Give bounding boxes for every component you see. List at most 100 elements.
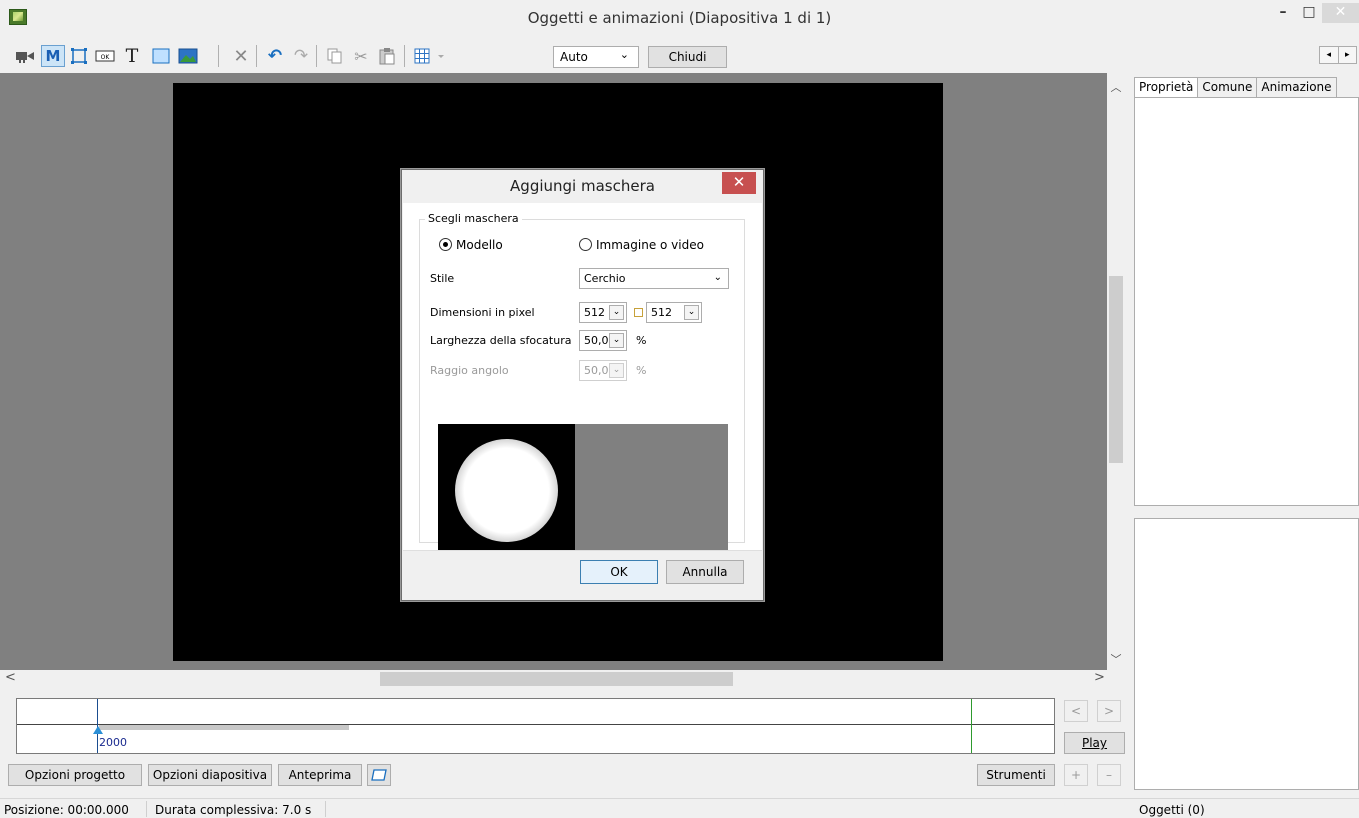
toolbar-separator: [404, 45, 405, 67]
scroll-left-icon[interactable]: ◂: [1320, 47, 1338, 63]
mask-preview-image: [438, 424, 575, 561]
play-button[interactable]: Play: [1064, 732, 1125, 754]
height-select[interactable]: 512 ⌄: [646, 302, 702, 323]
prev-button[interactable]: <: [1064, 700, 1088, 722]
close-button[interactable]: Chiudi: [648, 46, 727, 68]
properties-panel: [1134, 97, 1359, 506]
dialog-footer: OK Annulla: [403, 550, 762, 600]
tab-properties[interactable]: Proprietà: [1134, 77, 1199, 98]
timeline-end-marker[interactable]: [971, 699, 972, 753]
redo-icon[interactable]: ↷: [290, 45, 312, 67]
timeline-object-bar[interactable]: [99, 725, 349, 730]
toolbar: M OK T ✕ ↶ ↷ ✂ Auto ⌄ Chiudi ◂ ▸: [0, 36, 1359, 74]
maximize-button[interactable]: □: [1296, 3, 1322, 23]
rectangle-icon[interactable]: [150, 45, 172, 67]
tab-animation[interactable]: Animazione: [1256, 77, 1337, 98]
title-bar: Oggetti e animazioni (Diapositiva 1 di 1…: [0, 0, 1359, 36]
toolbar-separator: [256, 45, 257, 67]
preview-button[interactable]: Anteprima: [278, 764, 362, 786]
scroll-right-icon[interactable]: >: [1094, 670, 1105, 685]
toolbar-separator: [316, 45, 317, 67]
fullscreen-button[interactable]: [367, 764, 391, 786]
radius-select[interactable]: 50,00 ⌄: [579, 360, 627, 381]
chevron-down-icon: ⌄: [713, 272, 722, 283]
model-radio[interactable]: [439, 238, 452, 251]
chevron-down-icon[interactable]: ⌄: [609, 363, 624, 378]
text-icon[interactable]: T: [121, 45, 143, 67]
horizontal-scroll-thumb[interactable]: [380, 672, 733, 686]
link-checkbox[interactable]: [634, 308, 643, 317]
scroll-right-icon[interactable]: ▸: [1337, 47, 1357, 63]
copy-icon[interactable]: [324, 45, 346, 67]
width-select[interactable]: 512 ⌄: [579, 302, 627, 323]
status-separator: [325, 801, 326, 817]
svg-text:OK: OK: [101, 54, 111, 61]
mask-group-label: Scegli maschera: [425, 212, 522, 225]
frame-icon[interactable]: [68, 45, 90, 67]
width-value: 512: [584, 306, 605, 319]
timeline[interactable]: 2000: [16, 698, 1055, 754]
radius-unit: %: [636, 364, 647, 377]
status-duration: Durata complessiva: 7.0 s: [155, 803, 312, 817]
add-button[interactable]: +: [1064, 764, 1088, 786]
remove-button[interactable]: –: [1097, 764, 1121, 786]
add-mask-dialog: Aggiungi maschera ✕ Scegli maschera Mode…: [401, 169, 764, 601]
tools-button[interactable]: Strumenti: [977, 764, 1055, 786]
mask-preview: [438, 424, 728, 561]
delete-icon[interactable]: ✕: [230, 45, 252, 67]
chevron-down-icon: ⌄: [619, 48, 629, 61]
grid-icon[interactable]: [414, 45, 450, 67]
panel-scroll-arrows: ◂ ▸: [1319, 46, 1357, 64]
model-radio-label: Modello: [456, 238, 503, 252]
mask-preview-background: [575, 424, 728, 561]
mask-circle: [455, 439, 558, 542]
dialog-body: Scegli maschera Modello Immagine o video…: [403, 203, 762, 561]
close-window-button[interactable]: ✕: [1322, 3, 1359, 23]
image-icon[interactable]: [177, 45, 199, 67]
slide-options-button[interactable]: Opzioni diapositiva: [148, 764, 272, 786]
horizontal-scrollbar[interactable]: < >: [0, 670, 1107, 688]
height-value: 512: [651, 306, 672, 319]
toolbar-separator: [218, 45, 219, 67]
blur-unit: %: [636, 334, 647, 347]
monitor-icon: [371, 769, 387, 781]
status-bar: Posizione: 00:00.000 Durata complessiva:…: [0, 798, 1359, 818]
zoom-select-value: Auto: [560, 50, 588, 64]
ok-button[interactable]: OK: [580, 560, 658, 584]
status-separator: [146, 801, 147, 817]
image-video-radio[interactable]: [579, 238, 592, 251]
dialog-title: Aggiungi maschera: [510, 177, 655, 195]
vertical-scroll-thumb[interactable]: [1109, 276, 1123, 463]
chevron-down-icon[interactable]: ⌄: [684, 305, 699, 320]
button-icon[interactable]: OK: [94, 45, 116, 67]
cut-icon[interactable]: ✂: [350, 45, 372, 67]
style-select[interactable]: Cerchio ⌄: [579, 268, 729, 289]
vertical-scrollbar[interactable]: ︿ ﹀: [1107, 73, 1125, 670]
chevron-down-icon[interactable]: ⌄: [609, 333, 624, 348]
next-button[interactable]: >: [1097, 700, 1121, 722]
cancel-button[interactable]: Annulla: [666, 560, 744, 584]
scroll-left-icon[interactable]: <: [5, 670, 16, 685]
chevron-down-icon[interactable]: ⌄: [609, 305, 624, 320]
undo-icon[interactable]: ↶: [264, 45, 286, 67]
minimize-button[interactable]: –: [1270, 3, 1296, 23]
timeline-marker-icon[interactable]: [93, 726, 103, 734]
tab-common[interactable]: Comune: [1197, 77, 1258, 98]
camera-icon[interactable]: [14, 45, 36, 67]
scroll-up-icon[interactable]: ︿: [1107, 79, 1125, 95]
scroll-down-icon[interactable]: ﹀: [1107, 651, 1125, 667]
project-options-button[interactable]: Opzioni progetto: [8, 764, 142, 786]
status-position: Posizione: 00:00.000: [4, 803, 129, 817]
zoom-select[interactable]: Auto ⌄: [553, 46, 639, 68]
objects-list[interactable]: [1134, 518, 1359, 790]
style-label: Stile: [430, 272, 455, 285]
paste-icon[interactable]: [376, 45, 398, 67]
window-title: Oggetti e animazioni (Diapositiva 1 di 1…: [527, 9, 832, 27]
blur-select[interactable]: 50,00 ⌄: [579, 330, 627, 351]
size-label: Dimensioni in pixel: [430, 306, 535, 319]
status-objects: Oggetti (0): [1139, 803, 1205, 817]
image-video-radio-label: Immagine o video: [596, 238, 704, 252]
style-select-value: Cerchio: [584, 272, 626, 285]
close-icon[interactable]: ✕: [722, 172, 756, 194]
mask-icon[interactable]: M: [41, 45, 65, 67]
